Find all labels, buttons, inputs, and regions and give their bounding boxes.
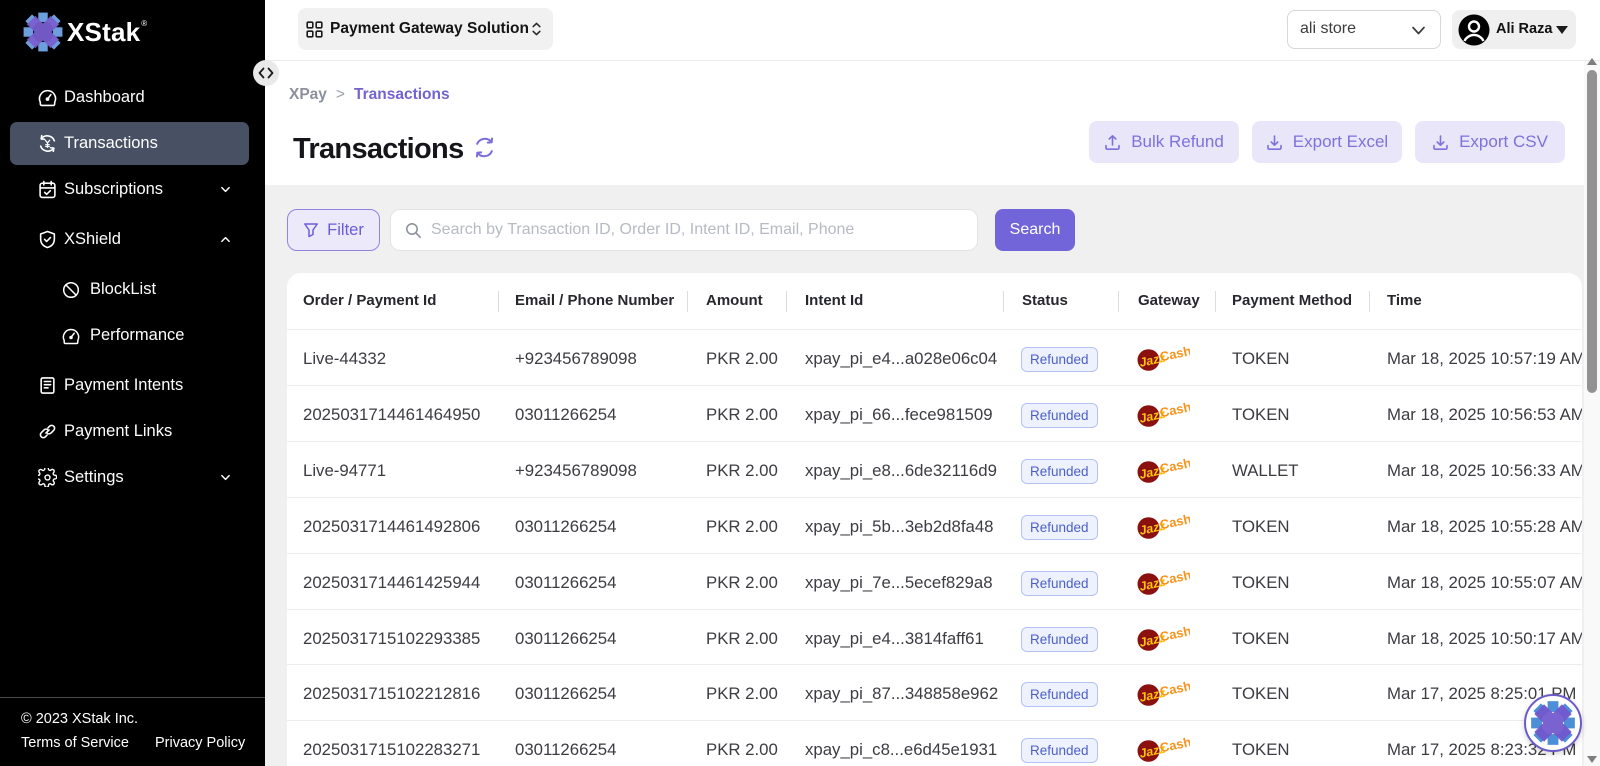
svg-text:Cash: Cash xyxy=(1158,624,1190,644)
svg-text:Cash: Cash xyxy=(1158,735,1190,755)
svg-text:Cash: Cash xyxy=(1158,512,1190,532)
svg-text:Cash: Cash xyxy=(1158,344,1190,364)
svg-text:Cash: Cash xyxy=(1158,679,1190,699)
svg-text:Cash: Cash xyxy=(1158,456,1190,476)
svg-text:Cash: Cash xyxy=(1158,400,1190,420)
svg-text:Cash: Cash xyxy=(1158,568,1190,588)
